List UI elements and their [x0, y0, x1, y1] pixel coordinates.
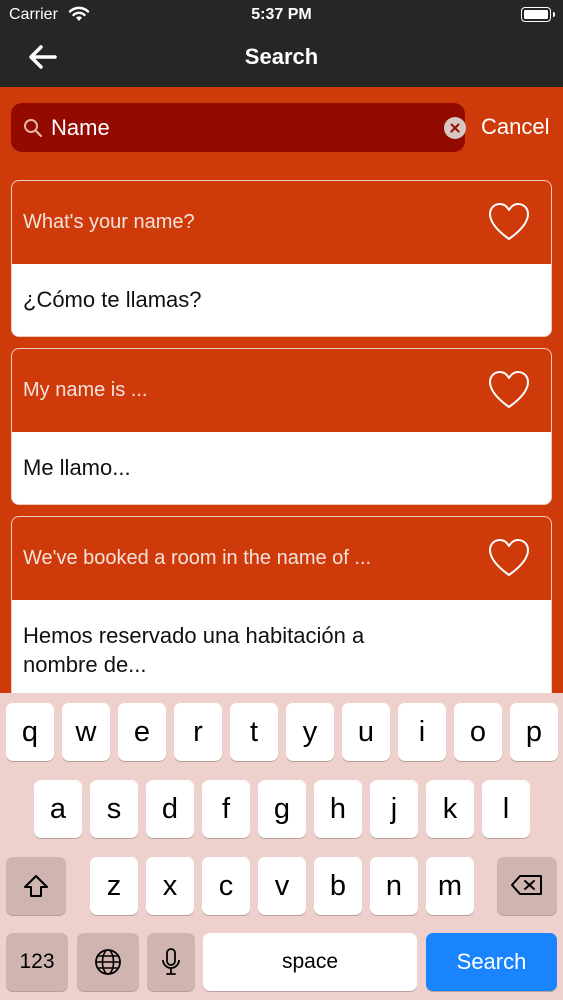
result-card[interactable]: My name is ... Me llamo... — [11, 348, 552, 505]
key-s[interactable]: s — [90, 780, 138, 838]
card-header: My name is ... — [12, 349, 551, 432]
search-bar: Cancel — [0, 87, 563, 167]
delete-key[interactable] — [497, 857, 557, 915]
shift-icon — [24, 875, 48, 897]
key-r[interactable]: r — [174, 703, 222, 761]
key-k[interactable]: k — [426, 780, 474, 838]
key-x[interactable]: x — [146, 857, 194, 915]
result-card[interactable]: We've booked a room in the name of ... H… — [11, 516, 552, 706]
space-key[interactable]: space — [203, 933, 417, 991]
result-card[interactable]: What's your name? ¿Cómo te llamas? — [11, 180, 552, 337]
globe-key[interactable] — [77, 933, 139, 991]
microphone-key[interactable] — [147, 933, 195, 991]
keyboard: q w e r t y u i o p a s d f g h j k l z … — [0, 693, 563, 1000]
key-u[interactable]: u — [342, 703, 390, 761]
english-phrase: We've booked a room in the name of ... — [23, 547, 372, 569]
search-field[interactable] — [11, 103, 466, 152]
key-c[interactable]: c — [202, 857, 250, 915]
key-l[interactable]: l — [482, 780, 530, 838]
heart-icon[interactable] — [487, 537, 531, 579]
card-body: Me llamo... — [12, 432, 551, 504]
search-input[interactable] — [51, 111, 421, 144]
card-header: What's your name? — [12, 181, 551, 264]
key-q[interactable]: q — [6, 703, 54, 761]
key-y[interactable]: y — [286, 703, 334, 761]
key-f[interactable]: f — [202, 780, 250, 838]
key-v[interactable]: v — [258, 857, 306, 915]
spanish-translation: ¿Cómo te llamas? — [23, 287, 202, 312]
key-o[interactable]: o — [454, 703, 502, 761]
page-title: Search — [244, 44, 319, 69]
spanish-translation: Me llamo... — [23, 455, 131, 480]
key-b[interactable]: b — [314, 857, 362, 915]
clear-icon[interactable] — [444, 117, 466, 139]
english-phrase: My name is ... — [23, 379, 148, 401]
key-w[interactable]: w — [62, 703, 110, 761]
key-m[interactable]: m — [426, 857, 474, 915]
key-z[interactable]: z — [90, 857, 138, 915]
key-i[interactable]: i — [398, 703, 446, 761]
delete-icon — [511, 875, 542, 895]
spanish-translation-line2: nombre de... — [23, 652, 147, 677]
status-time: 5:37 PM — [251, 6, 312, 23]
key-n[interactable]: n — [370, 857, 418, 915]
card-header: We've booked a room in the name of ... — [12, 517, 551, 600]
key-j[interactable]: j — [370, 780, 418, 838]
key-p[interactable]: p — [510, 703, 558, 761]
spanish-translation-line1: Hemos reservado una habitación a — [23, 623, 365, 648]
status-bar: Carrier 5:37 PM — [0, 0, 563, 30]
cancel-button[interactable]: Cancel — [481, 114, 549, 140]
card-body: Hemos reservado una habitación a nombre … — [12, 600, 551, 705]
card-body: ¿Cómo te llamas? — [12, 264, 551, 336]
key-a[interactable]: a — [34, 780, 82, 838]
english-phrase: What's your name? — [23, 211, 195, 233]
heart-icon[interactable] — [487, 201, 531, 243]
numbers-key[interactable]: 123 — [6, 933, 68, 991]
key-e[interactable]: e — [118, 703, 166, 761]
navigation-bar: Search — [0, 30, 563, 87]
battery-icon — [521, 7, 555, 22]
shift-key[interactable] — [6, 857, 66, 915]
search-icon — [24, 119, 43, 138]
key-h[interactable]: h — [314, 780, 362, 838]
key-d[interactable]: d — [146, 780, 194, 838]
key-t[interactable]: t — [230, 703, 278, 761]
key-g[interactable]: g — [258, 780, 306, 838]
microphone-icon — [162, 948, 180, 975]
globe-icon — [95, 949, 121, 975]
heart-icon[interactable] — [487, 369, 531, 411]
search-return-key[interactable]: Search — [426, 933, 557, 991]
